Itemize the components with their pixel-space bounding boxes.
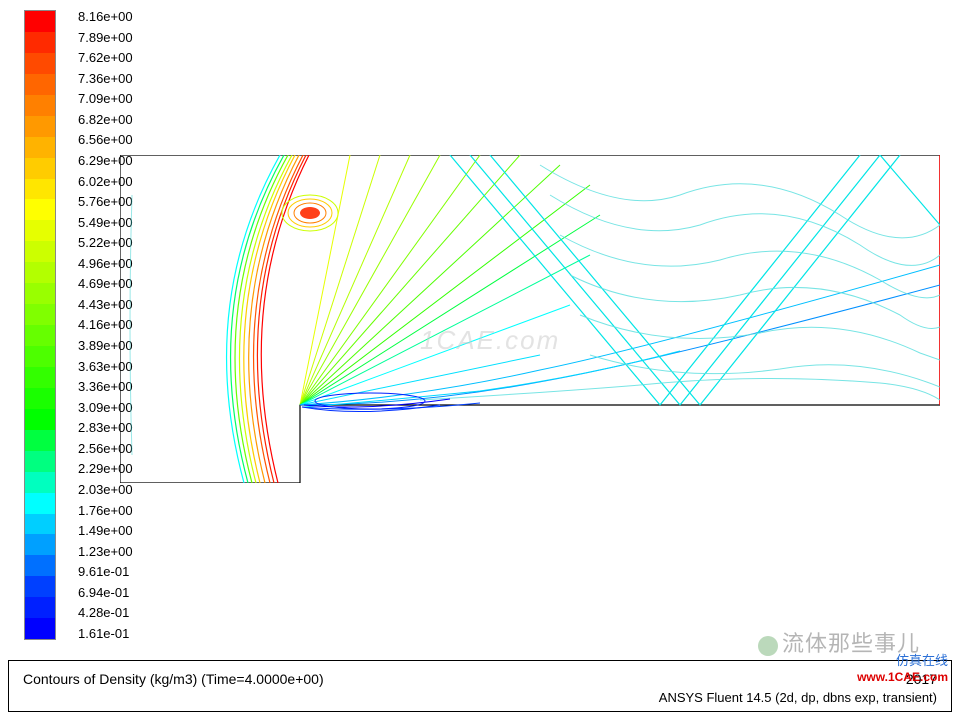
colorbar-tick: 9.61e-01 (78, 565, 133, 578)
colorbar-tick: 6.56e+00 (78, 133, 133, 146)
colorbar-segment (25, 262, 55, 283)
colorbar-segment (25, 325, 55, 346)
stagnation-hotspot (282, 195, 338, 231)
plot-title: Contours of Density (kg/m3) (Time=4.0000… (23, 671, 324, 687)
colorbar-segment (25, 388, 55, 409)
colorbar-segment (25, 11, 55, 32)
colorbar (24, 10, 56, 640)
bow-shock (227, 155, 309, 483)
colorbar-segment (25, 241, 55, 262)
plot-area: 8.16e+00 7.89e+00 7.62e+00 7.36e+00 7.09e+00… (0, 0, 960, 650)
colorbar-segment (25, 534, 55, 555)
colorbar-tick: 1.23e+00 (78, 545, 133, 558)
color-legend: 8.16e+00 7.89e+00 7.62e+00 7.36e+00 7.09e+00… (24, 10, 133, 640)
downstream-contours (420, 165, 940, 400)
contour-svg (120, 155, 940, 483)
colorbar-segment (25, 367, 55, 388)
colorbar-tick: 1.76e+00 (78, 504, 133, 517)
colorbar-segment (25, 618, 55, 639)
colorbar-tick: 8.16e+00 (78, 10, 133, 23)
colorbar-segment (25, 493, 55, 514)
colorbar-tick: 1.61e-01 (78, 627, 133, 640)
shear-layer (300, 265, 940, 409)
colorbar-segment (25, 116, 55, 137)
colorbar-segment (25, 32, 55, 53)
colorbar-segment (25, 409, 55, 430)
colorbar-tick: 7.89e+00 (78, 31, 133, 44)
contour-plot (120, 155, 940, 483)
software-credit: ANSYS Fluent 14.5 (2d, dp, dbns exp, tra… (23, 687, 937, 705)
footer-box: Contours of Density (kg/m3) (Time=4.0000… (8, 660, 952, 712)
colorbar-tick: 7.09e+00 (78, 92, 133, 105)
colorbar-segment (25, 158, 55, 179)
colorbar-segment (25, 451, 55, 472)
colorbar-segment (25, 576, 55, 597)
colorbar-tick: 6.82e+00 (78, 113, 133, 126)
colorbar-tick: 7.62e+00 (78, 51, 133, 64)
colorbar-segment (25, 283, 55, 304)
colorbar-segment (25, 346, 55, 367)
colorbar-segment (25, 220, 55, 241)
fluent-contour-screenshot: 8.16e+00 7.89e+00 7.62e+00 7.36e+00 7.09e+00… (0, 0, 960, 720)
colorbar-segment (25, 597, 55, 618)
colorbar-tick: 6.94e-01 (78, 586, 133, 599)
colorbar-segment (25, 555, 55, 576)
colorbar-tick: 2.03e+00 (78, 483, 133, 496)
colorbar-segment (25, 430, 55, 451)
colorbar-segment (25, 514, 55, 535)
colorbar-tick: 4.28e-01 (78, 606, 133, 619)
colorbar-tick: 1.49e+00 (78, 524, 133, 537)
colorbar-tick: 7.36e+00 (78, 72, 133, 85)
colorbar-segment (25, 179, 55, 200)
upstream-contours (130, 195, 132, 455)
colorbar-segment (25, 95, 55, 116)
colorbar-segment (25, 137, 55, 158)
colorbar-segment (25, 304, 55, 325)
colorbar-segment (25, 74, 55, 95)
domain-outline (120, 155, 940, 483)
date-text: 2017 (906, 671, 937, 687)
colorbar-segment (25, 53, 55, 74)
colorbar-segment (25, 199, 55, 220)
colorbar-segment (25, 472, 55, 493)
